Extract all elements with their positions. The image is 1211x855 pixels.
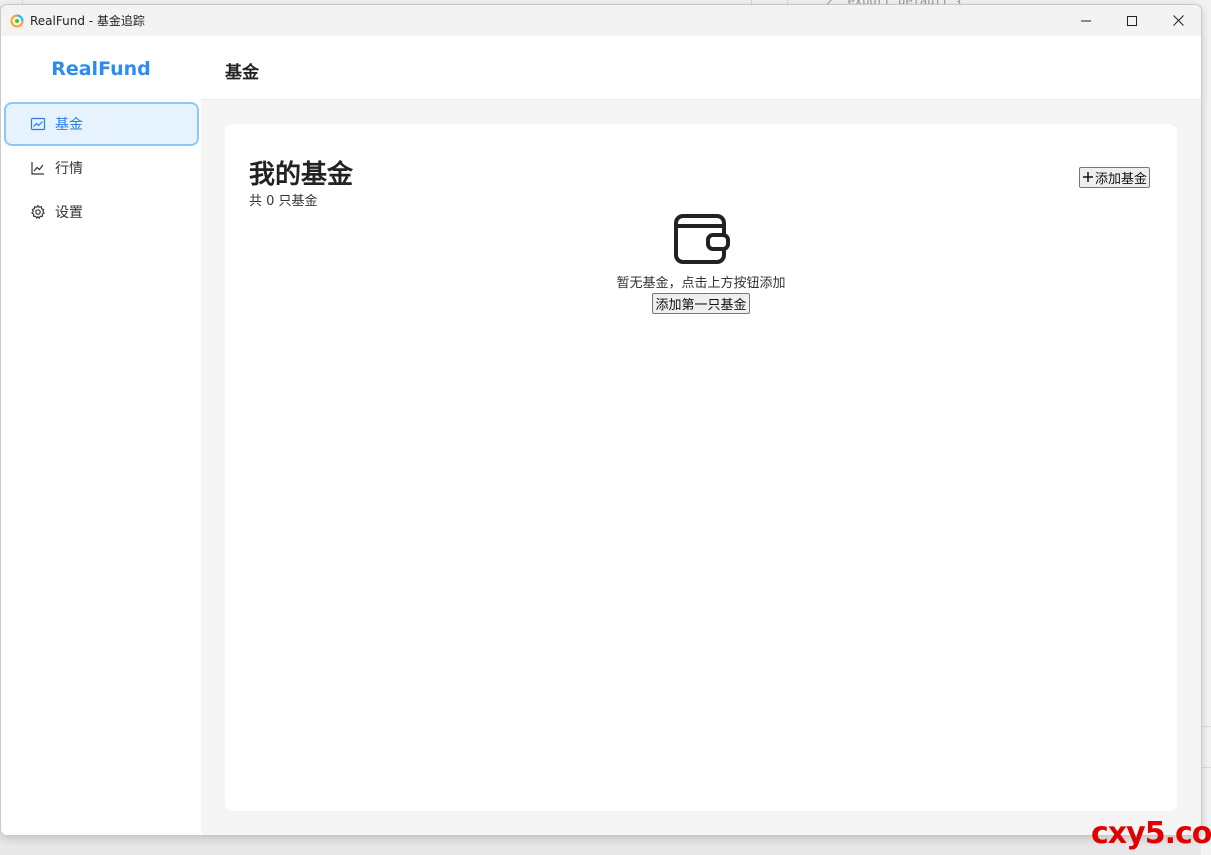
minimize-button[interactable] <box>1063 5 1109 36</box>
sidebar-item-label: 设置 <box>55 205 83 221</box>
gear-icon <box>30 204 46 220</box>
close-icon <box>1172 15 1184 26</box>
sidebar-nav: 基金 行情 设置 <box>4 102 199 234</box>
line-chart-icon <box>30 160 46 176</box>
add-fund-button-label: 添加基金 <box>1095 172 1148 187</box>
page-title: 基金 <box>225 63 259 83</box>
sidebar-item-funds[interactable]: 基金 <box>4 102 199 146</box>
window-title: RealFund - 基金追踪 <box>30 14 145 28</box>
empty-state: 暂无基金，点击上方按钮添加 添加第一只基金 <box>225 210 1177 314</box>
app-window: RealFund - 基金追踪 RealFund 基金 行情 设置 基金 我的基… <box>0 4 1202 836</box>
sidebar: RealFund 基金 行情 设置 <box>1 36 201 835</box>
background-window-edge <box>1201 0 1211 855</box>
fund-count: 共 0 只基金 <box>249 194 318 209</box>
title-bar[interactable]: RealFund - 基金追踪 <box>1 5 1201 36</box>
plus-icon <box>1082 169 1094 187</box>
sidebar-item-label: 行情 <box>55 161 83 177</box>
card-title: 我的基金 <box>249 160 354 190</box>
watermark: cxy5.com <box>1091 816 1211 851</box>
trend-icon <box>30 116 46 132</box>
sidebar-item-label: 基金 <box>55 117 83 133</box>
close-button[interactable] <box>1155 5 1201 36</box>
maximize-button[interactable] <box>1109 5 1155 36</box>
add-first-fund-button[interactable]: 添加第一只基金 <box>652 293 750 314</box>
window-controls <box>1063 5 1201 36</box>
sidebar-item-market[interactable]: 行情 <box>4 146 199 190</box>
minimize-icon <box>1081 20 1091 21</box>
empty-state-message: 暂无基金，点击上方按钮添加 <box>616 276 786 291</box>
wallet-icon <box>674 214 730 264</box>
maximize-icon <box>1127 15 1137 26</box>
brand-logo: RealFund <box>51 58 151 80</box>
sidebar-item-settings[interactable]: 设置 <box>4 190 199 234</box>
app-logo-icon <box>10 14 24 27</box>
main-content: 我的基金 共 0 只基金 添加基金 暂无基金，点击上方按钮添加 添加第一只基金 <box>201 100 1201 835</box>
funds-card: 我的基金 共 0 只基金 添加基金 暂无基金，点击上方按钮添加 添加第一只基金 <box>225 124 1177 811</box>
add-fund-button[interactable]: 添加基金 <box>1079 167 1151 188</box>
page-header: 基金 <box>201 36 1201 100</box>
